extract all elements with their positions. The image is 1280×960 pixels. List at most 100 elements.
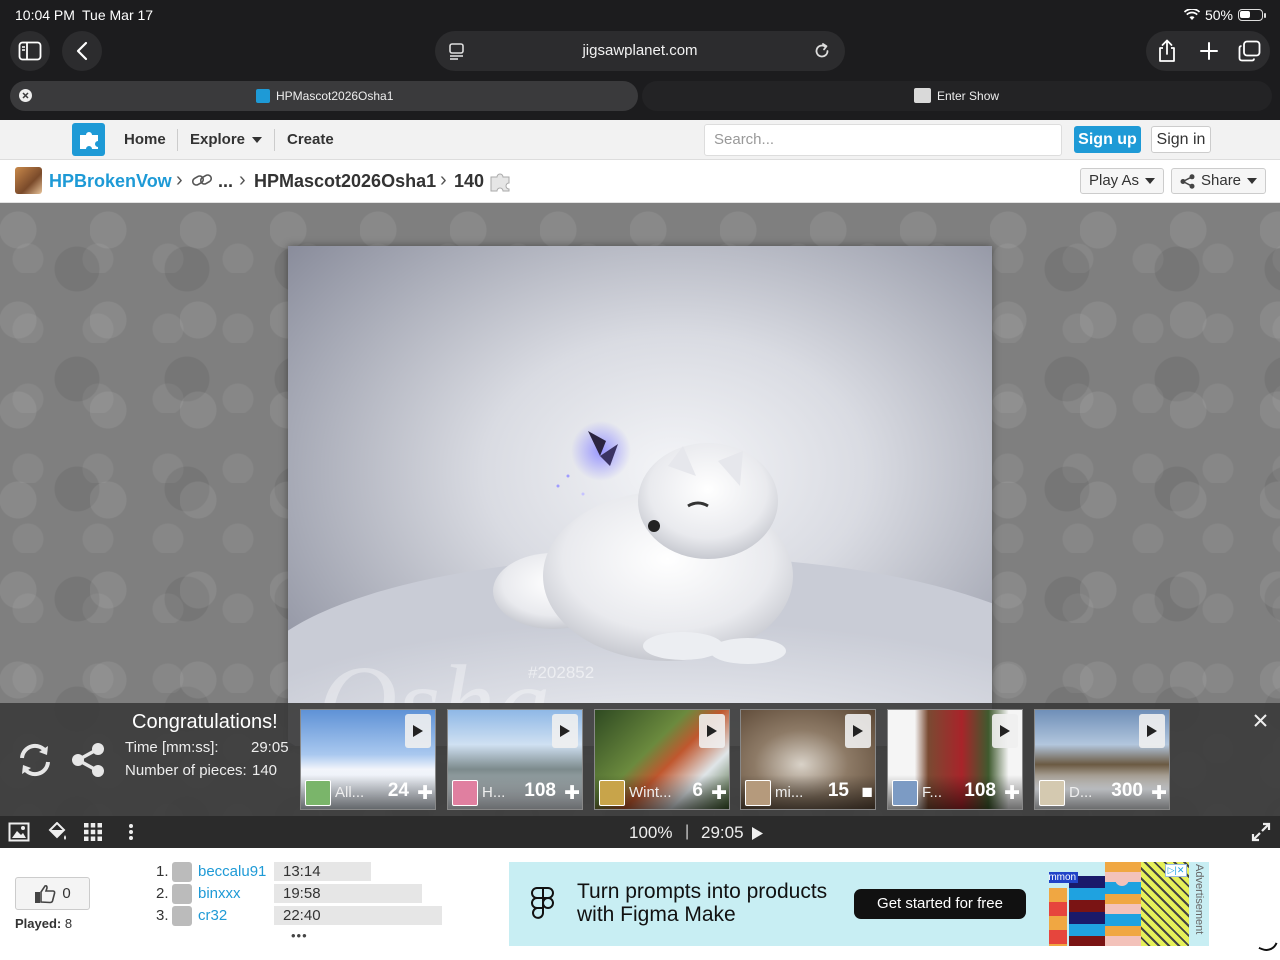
avatar[interactable] (172, 884, 192, 904)
leaderboard-user-link[interactable]: beccalu91 (198, 863, 266, 880)
play-icon[interactable] (405, 714, 431, 748)
time-label: Time [mm:ss]: (125, 739, 219, 756)
nav-explore[interactable]: Explore (190, 131, 245, 148)
search-input[interactable]: Search... (704, 124, 1062, 156)
suggested-puzzle-5[interactable]: F... 108 ✚ (887, 709, 1023, 810)
background-color-icon[interactable] (46, 821, 68, 843)
played-label: Played: (15, 916, 62, 931)
play-icon[interactable] (552, 714, 578, 748)
arctic-fox-illustration: #202852 Osha (288, 421, 992, 746)
play-icon[interactable] (845, 714, 871, 748)
sign-in-button[interactable]: Sign in (1151, 126, 1211, 153)
sign-up-button[interactable]: Sign up (1074, 126, 1141, 153)
chevron-right-icon: › (239, 169, 246, 191)
back-button[interactable] (62, 31, 102, 71)
sidebar-toggle-button[interactable] (10, 31, 50, 71)
pieces-label: Number of pieces: (125, 762, 247, 779)
ad-artwork: /common ▷|✕ (1049, 862, 1189, 946)
caret-down-icon (1145, 178, 1156, 184)
zoom-level: 100% (629, 823, 673, 842)
avatar (599, 780, 625, 806)
suggested-puzzle-6[interactable]: D... 300 ✚ (1034, 709, 1170, 810)
puzzle-piece-icon: ✚ (1004, 783, 1020, 804)
resize-handle[interactable] (1258, 937, 1278, 955)
breadcrumb: HPBrokenVow › ... › HPMascot2026Osha1 › … (0, 160, 1280, 203)
share-nodes-icon (1180, 173, 1195, 189)
like-button[interactable]: 0 (15, 877, 90, 910)
play-as-label: Play As (1089, 172, 1140, 189)
play-icon[interactable] (699, 714, 725, 748)
more-results-button[interactable]: ••• (291, 928, 308, 943)
puzzle-piece-icon: ✚ (417, 783, 433, 804)
image-preview-icon[interactable] (8, 821, 30, 843)
thumb-piece-count: 300 (1111, 780, 1143, 801)
fullscreen-icon[interactable] (1250, 821, 1272, 843)
suggested-puzzle-2[interactable]: H... 108 ✚ (447, 709, 583, 810)
share-nodes-icon[interactable] (70, 743, 106, 777)
tab-enter-show[interactable]: Enter Show (642, 81, 1272, 111)
play-as-dropdown[interactable]: Play As (1080, 168, 1165, 194)
suggested-puzzle-3[interactable]: Wint... 6 ✚ (594, 709, 730, 810)
advertisement-banner[interactable]: Turn prompts into products with Figma Ma… (509, 862, 1209, 946)
more-vertical-icon[interactable] (120, 821, 142, 843)
status-indicators: 50% (1183, 7, 1266, 23)
battery-percent: 50% (1204, 7, 1233, 23)
avatar (305, 780, 331, 806)
completed-puzzle-image: #202852 Osha (288, 246, 992, 746)
nav-create[interactable]: Create (287, 131, 334, 148)
thumb-caption: H... 108 ✚ (448, 775, 582, 809)
avatar[interactable] (172, 906, 192, 926)
address-bar[interactable]: jigsawplanet.com (435, 31, 845, 71)
tab-close-icon[interactable] (19, 89, 32, 102)
link-icon[interactable] (191, 172, 213, 188)
thumb-caption: mi... 15 ■ (741, 775, 875, 809)
share-dropdown[interactable]: Share (1171, 168, 1267, 194)
thumb-name: All... (335, 784, 365, 801)
nav-divider (177, 129, 178, 151)
pieces-value: 140 (252, 762, 278, 779)
thumb-piece-count: 108 (524, 780, 556, 801)
thumb-name: H... (482, 784, 506, 801)
page-root: 10:04 PM Tue Mar 17 50% jigsawplanet.com (0, 0, 1280, 960)
new-tab-icon[interactable] (1199, 41, 1219, 61)
suggested-puzzle-4[interactable]: mi... 15 ■ (740, 709, 876, 810)
grid-icon[interactable] (82, 821, 104, 843)
nav-home[interactable]: Home (124, 131, 166, 148)
jigsawplanet-logo[interactable] (72, 123, 105, 156)
reload-icon[interactable] (813, 42, 831, 60)
toolbar-separator: | (685, 823, 690, 840)
puzzle-piece-icon: ✚ (711, 783, 727, 804)
leaderboard-user-link[interactable]: cr32 (198, 907, 227, 924)
sidebar-icon (18, 41, 42, 61)
leaderboard-rank: 2. (156, 885, 169, 902)
restart-icon[interactable] (16, 742, 54, 778)
avatar[interactable] (172, 862, 192, 882)
chevron-right-icon: › (440, 169, 447, 191)
play-icon[interactable] (752, 827, 763, 840)
avatar[interactable] (15, 167, 42, 194)
avatar (1039, 780, 1065, 806)
battery-icon (1238, 9, 1263, 21)
close-icon[interactable] (1254, 714, 1267, 727)
avatar (892, 780, 918, 806)
thumb-piece-count: 15 (827, 780, 849, 801)
tab-hpmascot[interactable]: HPMascot2026Osha1 (10, 81, 638, 111)
thumb-caption: Wint... 6 ✚ (595, 775, 729, 809)
tabs-overview-icon[interactable] (1238, 40, 1261, 62)
leaderboard-time: 19:58 (283, 885, 321, 902)
share-icon[interactable] (1157, 39, 1177, 63)
ad-line-1: Turn prompts into products (577, 880, 828, 903)
ad-cta-button[interactable]: Get started for free (854, 889, 1026, 919)
thumb-caption: D... 300 ✚ (1035, 775, 1169, 809)
breadcrumb-ellipsis[interactable]: ... (218, 171, 233, 192)
adchoices-icon[interactable]: ▷|✕ (1165, 864, 1187, 877)
breadcrumb-user-link[interactable]: HPBrokenVow (49, 171, 172, 192)
caret-down-icon[interactable] (252, 137, 262, 143)
suggested-puzzle-1[interactable]: All... 24 ✚ (300, 709, 436, 810)
play-icon[interactable] (992, 714, 1018, 748)
leaderboard-user-link[interactable]: binxxx (198, 885, 241, 902)
breadcrumb-piece-count: 140 (454, 171, 485, 191)
breadcrumb-puzzle-title: HPMascot2026Osha1 (254, 171, 437, 191)
wifi-icon (1183, 9, 1200, 20)
play-icon[interactable] (1139, 714, 1165, 748)
